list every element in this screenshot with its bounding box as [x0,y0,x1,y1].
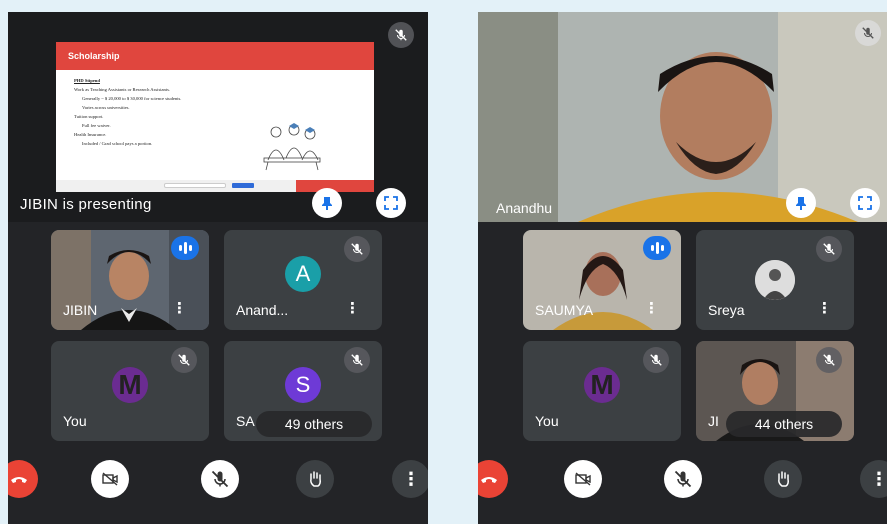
left-meeting-screen: Scholarship PHD Stipend Work as Teaching… [8,12,428,524]
mic-off-icon [855,20,881,46]
camera-off-icon [575,472,591,486]
more-vert-icon[interactable]: ⋮ [817,301,832,316]
presentation-tile[interactable]: Scholarship PHD Stipend Work as Teaching… [8,12,428,222]
end-call-button[interactable] [478,460,508,498]
avatar: M [584,367,620,403]
fullscreen-icon [858,196,872,210]
end-call-button[interactable] [8,460,38,498]
participant-tile-saumya[interactable]: SAUMYA ⋮ [523,230,681,330]
participant-name: You [535,413,559,429]
slide-line: Varies across universities. [82,105,130,110]
participant-video [478,12,887,222]
participant-name: JIBIN [63,302,98,318]
participant-name: Anand... [236,302,289,318]
participant-name: You [63,413,87,429]
pin-button[interactable] [786,188,816,218]
mic-toggle-button[interactable] [201,460,239,498]
slide-line: Included / Grad school pays a portion. [82,141,153,146]
fullscreen-button[interactable] [850,188,880,218]
avatar: A [285,256,321,292]
fullscreen-icon [384,196,398,210]
end-call-icon [11,477,27,483]
more-vert-icon[interactable]: ⋮ [644,301,659,316]
raise-hand-icon [310,471,321,487]
raise-hand-icon [778,471,789,487]
main-participant-name: Anandhu [496,200,553,216]
mic-off-icon [674,470,692,488]
mic-off-icon [344,236,370,262]
participant-tile-you[interactable]: M You [523,341,681,441]
participant-name: JI [708,413,719,429]
camera-toggle-button[interactable] [91,460,129,498]
pin-icon [322,197,332,210]
right-meeting-screen: Anandhu SAUMYA ⋮ Sreya ⋮ M You JI 44 oth… [478,12,887,524]
avatar [755,260,795,300]
slide-line: PHD Stipend [74,78,100,83]
more-vert-icon[interactable]: ⋮ [172,301,187,316]
mic-off-icon [816,236,842,262]
raise-hand-button[interactable] [296,460,334,498]
participant-name: SAUMYA [535,302,594,318]
more-options-button[interactable]: ⋮ [392,460,428,498]
audio-level-icon [171,236,199,260]
pin-icon [796,197,806,210]
slide-line: Work as Teaching Assistants or Research … [74,87,171,92]
audio-level-icon [643,236,671,260]
pin-button[interactable] [312,188,342,218]
slide-body: PHD Stipend Work as Teaching Assistants … [68,76,268,148]
mic-off-icon [344,347,370,373]
slide-footer-button [232,183,254,188]
mic-off-icon [388,22,414,48]
fullscreen-button[interactable] [376,188,406,218]
mic-off-icon [171,347,197,373]
graduates-illustration [263,123,321,171]
others-count-badge[interactable]: 44 others [726,411,842,437]
camera-off-icon [102,472,118,486]
slide-line: Generally ~ $ 20,000 to $ 30,000 for sci… [82,96,182,101]
more-vert-icon[interactable]: ⋮ [345,301,360,316]
mic-off-icon [816,347,842,373]
slide-footer-input [164,183,226,188]
participant-name: Sreya [708,302,745,318]
participant-tile-anand[interactable]: A Anand... ⋮ [224,230,382,330]
raise-hand-button[interactable] [764,460,802,498]
more-vert-icon: ⋮ [870,468,887,489]
more-options-button[interactable]: ⋮ [860,460,887,498]
mic-toggle-button[interactable] [664,460,702,498]
slide-line: Tuition support. [74,114,104,119]
more-vert-icon: ⋮ [402,468,420,489]
end-call-icon [481,477,497,483]
participant-tile-you[interactable]: M You [51,341,209,441]
avatar: M [112,367,148,403]
participant-name: SA [236,413,255,429]
mic-off-icon [643,347,669,373]
slide-title: Scholarship [56,42,374,70]
others-count-badge[interactable]: 49 others [256,411,372,437]
participant-tile-sreya[interactable]: Sreya ⋮ [696,230,854,330]
slide-line: Health Insurance. [74,132,107,137]
slide-line: Full fee waiver. [82,123,111,128]
main-video-tile[interactable]: Anandhu [478,12,887,222]
participant-tile-jibin[interactable]: JIBIN ⋮ [51,230,209,330]
presentation-slide: Scholarship PHD Stipend Work as Teaching… [56,42,374,192]
presenting-label: JIBIN is presenting [20,196,152,213]
mic-off-icon [211,470,229,488]
avatar: S [285,367,321,403]
camera-toggle-button[interactable] [564,460,602,498]
